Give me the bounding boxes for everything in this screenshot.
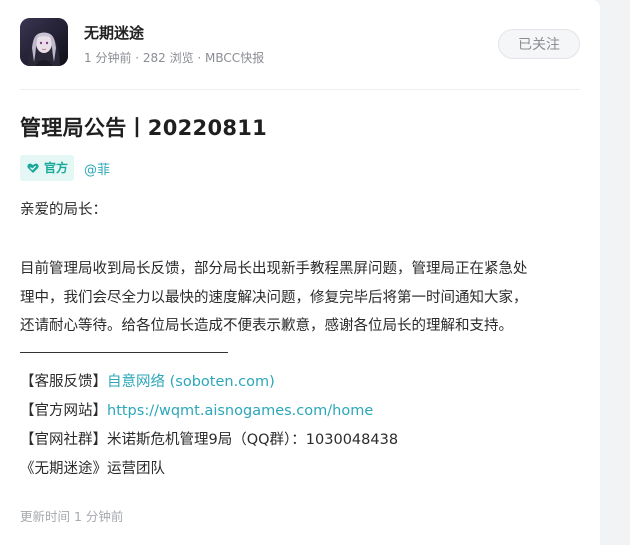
official-website-row: 【官方网站】https://wqmt.aisnogames.com/home [20,401,373,421]
service-feedback-link[interactable]: 自意网络 (soboten.com) [107,374,275,390]
official-badge-label: 官方 [44,161,69,175]
community-row: 【官网社群】米诺斯危机管理9局（QQ群）：1030048438 [20,432,399,448]
header-divider [20,89,580,90]
avatar-portrait-icon [20,18,68,66]
paragraph-line-1: 目前管理局收到局长反馈，部分局长出现新手教程黑屏问题，管理局正在紧急处 [20,261,528,277]
separator-line [20,352,228,353]
updated-time: 更新时间 1 分钟前 [20,509,124,524]
paragraph-line-3: 还请耐心等待。给各位局长造成不便表示歉意，感谢各位局长的理解和支持。 [20,318,513,334]
official-website-link[interactable]: https://wqmt.aisnogames.com/home [107,403,373,419]
greeting-text: 亲爱的局长： [20,202,107,218]
post-card: 无期迷途 1 分钟前 · 282 浏览 · MBCC快报 已关注 管理局公告丨2… [0,0,600,545]
service-feedback-row: 【客服反馈】自意网络 (soboten.com) [20,372,275,392]
official-website-label: 【官方网站】 [20,403,107,419]
post-meta: 1 分钟前 · 282 浏览 · MBCC快报 [84,51,265,65]
official-heart-check-icon [27,163,39,173]
signature-text: 《无期迷途》运营团队 [20,461,165,477]
post-title: 管理局公告丨20220811 [20,116,268,140]
post-header: 无期迷途 1 分钟前 · 282 浏览 · MBCC快报 已关注 [20,18,580,68]
mention-link[interactable]: @菲 [84,159,110,178]
service-feedback-label: 【客服反馈】 [20,374,107,390]
author-name[interactable]: 无期迷途 [84,22,144,43]
official-badge: 官方 [20,155,74,181]
author-avatar[interactable] [20,18,68,66]
follow-button[interactable]: 已关注 [498,29,580,59]
paragraph-line-2: 理中，我们会尽全力以最快的速度解决问题，修复完毕后将第一时间通知大家， [20,290,528,306]
